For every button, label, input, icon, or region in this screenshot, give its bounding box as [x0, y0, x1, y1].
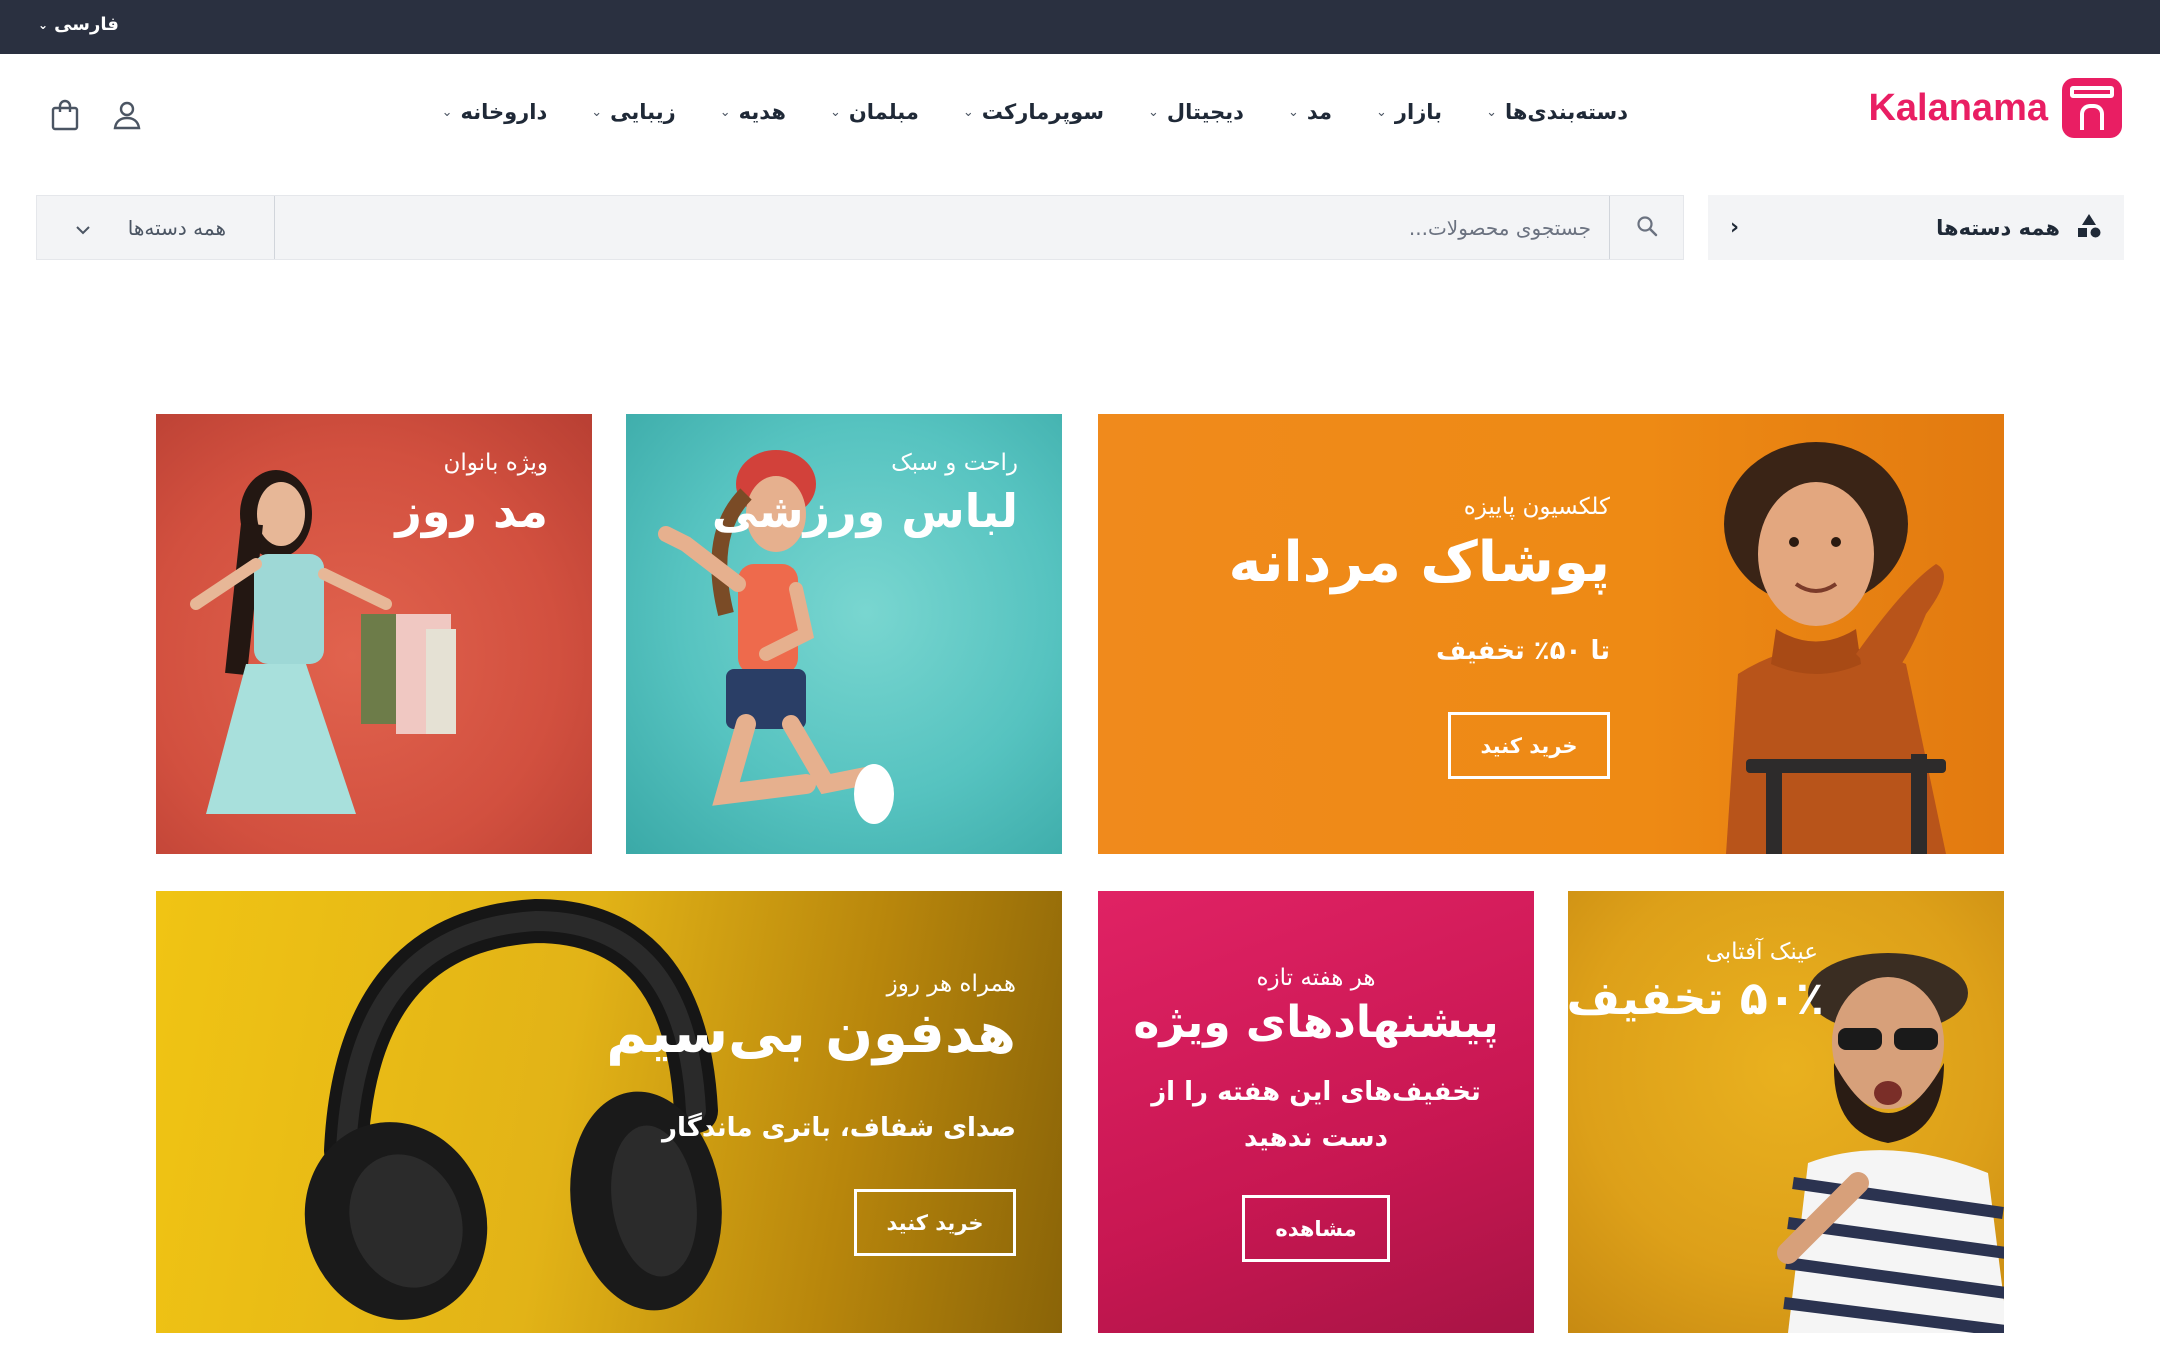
language-label: فارسی: [54, 14, 119, 35]
banner-men-clothing[interactable]: کلکسیون پاییزه پوشاک مردانه تا ۵۰٪ تخفیف…: [1098, 414, 2004, 854]
shopping-woman-image: [190, 470, 456, 814]
banner-subtitle: همراه هر روز: [886, 971, 1016, 997]
banner-title: هدفون بی‌سیم: [606, 1001, 1016, 1066]
chevron-down-icon: ⌄: [719, 104, 731, 120]
chevron-down-icon: [75, 216, 91, 240]
brand-logo[interactable]: Kalanama: [1868, 78, 2122, 138]
banner-description: تا ۵۰٪ تخفیف: [1435, 636, 1610, 666]
search-bar: همه دسته‌ها: [36, 195, 1684, 260]
top-bar: فارسی ⌄: [0, 0, 2160, 54]
shop-now-button[interactable]: خرید کنید: [854, 1189, 1016, 1256]
store-icon: [2062, 78, 2122, 138]
sport-woman-image: [658, 450, 894, 824]
chevron-down-icon: ⌄: [591, 104, 603, 120]
header-actions: [48, 98, 144, 132]
nav-label: مد: [1306, 100, 1332, 124]
banner-title: پیشنهادهای ویژه: [1133, 997, 1499, 1048]
nav-item-furniture[interactable]: مبلمان ⌄: [830, 100, 919, 124]
banner-subtitle: ویژه بانوان: [443, 450, 548, 476]
nav-item-categories[interactable]: دسته‌بندی‌ها ⌄: [1486, 100, 1628, 124]
banner-subtitle: راحت و سبک: [891, 450, 1018, 476]
man-sweater-image: [1724, 442, 1946, 854]
nav-label: زیبایی: [610, 100, 676, 124]
shop-now-button[interactable]: خرید کنید: [1448, 712, 1610, 779]
nav-label: دیجیتال: [1166, 100, 1244, 124]
chevron-left-icon: ‹: [1730, 215, 1740, 240]
nav-label: داروخانه: [460, 100, 548, 124]
banner-subtitle: هر هفته تازه: [1256, 965, 1376, 991]
chevron-down-icon: ⌄: [1486, 104, 1497, 120]
banner-description: صدای شفاف، باتری ماندگار: [662, 1113, 1016, 1143]
chevron-down-icon: ⌄: [441, 104, 453, 120]
banner-description-line2: دست ندهید: [1244, 1123, 1388, 1153]
brand-name: Kalanama: [1868, 86, 2048, 129]
nav-item-beauty[interactable]: زیبایی ⌄: [591, 100, 675, 124]
chevron-down-icon: ⌄: [1376, 104, 1387, 120]
main-nav: دسته‌بندی‌ها ⌄ بازار ⌄ مد ⌄ دیجیتال ⌄ سوپرما…: [398, 100, 1628, 124]
nav-label: بازار: [1394, 100, 1443, 124]
search-category-select[interactable]: همه دسته‌ها: [37, 196, 275, 259]
search-input[interactable]: [275, 196, 1609, 259]
banner-special-offers[interactable]: هر هفته تازه پیشنهادهای ویژه تخفیف‌های ا…: [1098, 891, 1534, 1333]
nav-label: مبلمان: [848, 100, 919, 124]
nav-label: سوپرمارکت: [981, 100, 1104, 124]
banner-description-line1: تخفیف‌های این هفته را از: [1151, 1077, 1481, 1107]
banner-sportswear[interactable]: راحت و سبک لباس ورزشی: [626, 414, 1062, 854]
banner-subtitle: عینک آفتابی: [1705, 939, 1818, 965]
user-icon[interactable]: [110, 98, 144, 132]
banner-sunglasses[interactable]: عینک آفتابی ۵۰٪ تخفیف: [1568, 891, 2004, 1333]
chevron-down-icon: ⌄: [1147, 104, 1159, 120]
banner-title: مد روز: [395, 484, 548, 538]
nav-label: هدیه: [738, 100, 786, 124]
search-icon: [1636, 215, 1658, 241]
nav-item-pharmacy[interactable]: داروخانه ⌄: [442, 100, 548, 124]
nav-item-supermarket[interactable]: سوپرمارکت ⌄: [963, 100, 1104, 124]
chevron-down-icon: ⌄: [962, 104, 974, 120]
shapes-icon: [2076, 213, 2102, 243]
chevron-down-icon: ⌄: [1287, 104, 1299, 120]
banner-headphones[interactable]: همراه هر روز هدفون بی‌سیم صدای شفاف، بات…: [156, 891, 1062, 1333]
nav-item-digital[interactable]: دیجیتال ⌄: [1148, 100, 1244, 124]
banner-fashion[interactable]: ویژه بانوان مد روز: [156, 414, 592, 854]
nav-item-bazaar[interactable]: بازار ⌄: [1376, 100, 1442, 124]
all-categories-button[interactable]: همه دسته‌ها ‹: [1708, 195, 2124, 260]
nav-label: دسته‌بندی‌ها: [1504, 100, 1628, 124]
banner-title: پوشاک مردانه: [1228, 530, 1611, 595]
headphones-image: [304, 898, 722, 1320]
view-button[interactable]: مشاهده: [1242, 1195, 1390, 1262]
banner-title: لباس ورزشی: [711, 484, 1018, 538]
search-scope-label: همه دسته‌ها: [127, 215, 226, 240]
chevron-down-icon: ⌄: [829, 104, 841, 120]
search-button[interactable]: [1609, 196, 1683, 259]
all-categories-label: همه دسته‌ها: [1936, 215, 2060, 240]
nav-item-fashion[interactable]: مد ⌄: [1288, 100, 1332, 124]
site-header: Kalanama دسته‌بندی‌ها ⌄ بازار ⌄ مد ⌄ دیجیتا…: [0, 54, 2160, 174]
search-row: همه دسته‌ها ‹ همه دسته‌ها: [36, 195, 2124, 260]
chevron-down-icon: ⌄: [38, 17, 49, 32]
nav-item-gift[interactable]: هدیه ⌄: [720, 100, 786, 124]
banner-title: ۵۰٪ تخفیف: [1568, 971, 1824, 1025]
language-selector[interactable]: فارسی ⌄: [38, 14, 119, 35]
banner-subtitle: کلکسیون پاییزه: [1463, 494, 1610, 520]
shopping-bag-icon[interactable]: [48, 98, 82, 132]
